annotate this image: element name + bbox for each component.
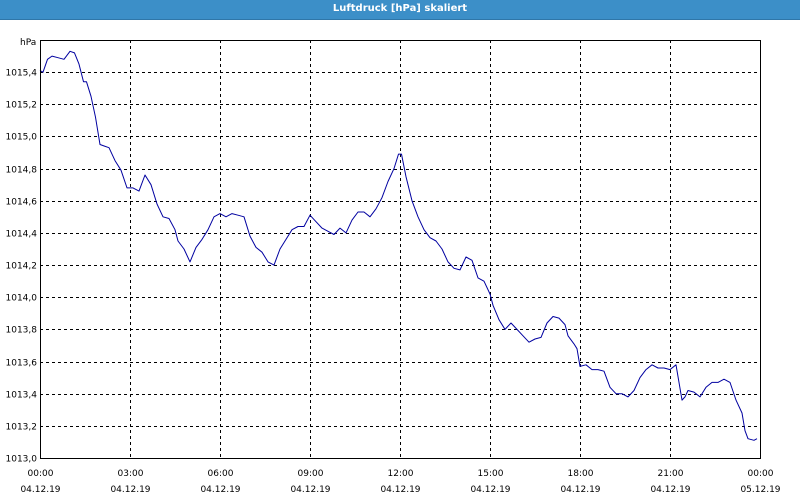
x-tick-time: 12:00	[388, 469, 414, 479]
x-tick-date: 04.12.19	[20, 485, 60, 495]
x-tick-time: 21:00	[658, 469, 684, 479]
y-tick-label: 1015,2	[6, 101, 38, 111]
x-tick-date: 04.12.19	[380, 485, 420, 495]
y-axis-unit-label: hPa	[20, 38, 36, 48]
y-tick-label: 1015,4	[6, 69, 38, 79]
series-layer	[39, 50, 758, 441]
x-tick-labels: 00:00 04.12.19 03:00 04.12.19 06:00 04.12.19 0…	[20, 469, 780, 495]
x-tick-date: 04.12.19	[200, 485, 240, 495]
y-tick-label: 1014,8	[6, 166, 38, 176]
x-tick-date: 05.12.19	[740, 485, 780, 495]
x-tick-date: 04.12.19	[650, 485, 690, 495]
x-tick-date: 04.12.19	[290, 485, 330, 495]
x-tick-date: 04.12.19	[110, 485, 150, 495]
y-tick-label: 1013,4	[6, 391, 38, 401]
x-tick-time: 00:00	[28, 469, 54, 479]
y-tick-label: 1014,2	[6, 262, 38, 272]
x-tick-time: 00:00	[748, 469, 774, 479]
pressure-series-line	[39, 50, 758, 441]
y-tick-labels: 1015,4 1015,2 1015,0 1014,8 1014,6 1014,4 1014…	[6, 69, 38, 465]
grid-lines	[40, 40, 760, 458]
window-titlebar: Luftdruck [hPa] skaliert	[0, 0, 800, 20]
x-tick-time: 15:00	[478, 469, 504, 479]
y-tick-label: 1013,8	[6, 326, 38, 336]
y-tick-label: 1015,0	[6, 133, 38, 143]
chart-title: Luftdruck [hPa] skaliert	[332, 3, 468, 14]
y-tick-label: 1013,0	[6, 455, 38, 465]
x-tick-time: 18:00	[568, 469, 594, 479]
y-tick-label: 1013,2	[6, 423, 38, 433]
y-tick-label: 1013,6	[6, 359, 38, 369]
y-tick-label: 1014,6	[6, 198, 38, 208]
x-tick-time: 03:00	[118, 469, 144, 479]
x-tick-time: 09:00	[298, 469, 324, 479]
x-tick-date: 04.12.19	[560, 485, 600, 495]
y-tick-label: 1014,0	[6, 294, 38, 304]
x-tick-date: 04.12.19	[470, 485, 510, 495]
x-tick-time: 06:00	[208, 469, 234, 479]
y-tick-label: 1014,4	[6, 230, 38, 240]
line-chart: hPa 1015,4 1015,2 1015,0 1014,8 1014,6 1014,4…	[6, 38, 781, 495]
